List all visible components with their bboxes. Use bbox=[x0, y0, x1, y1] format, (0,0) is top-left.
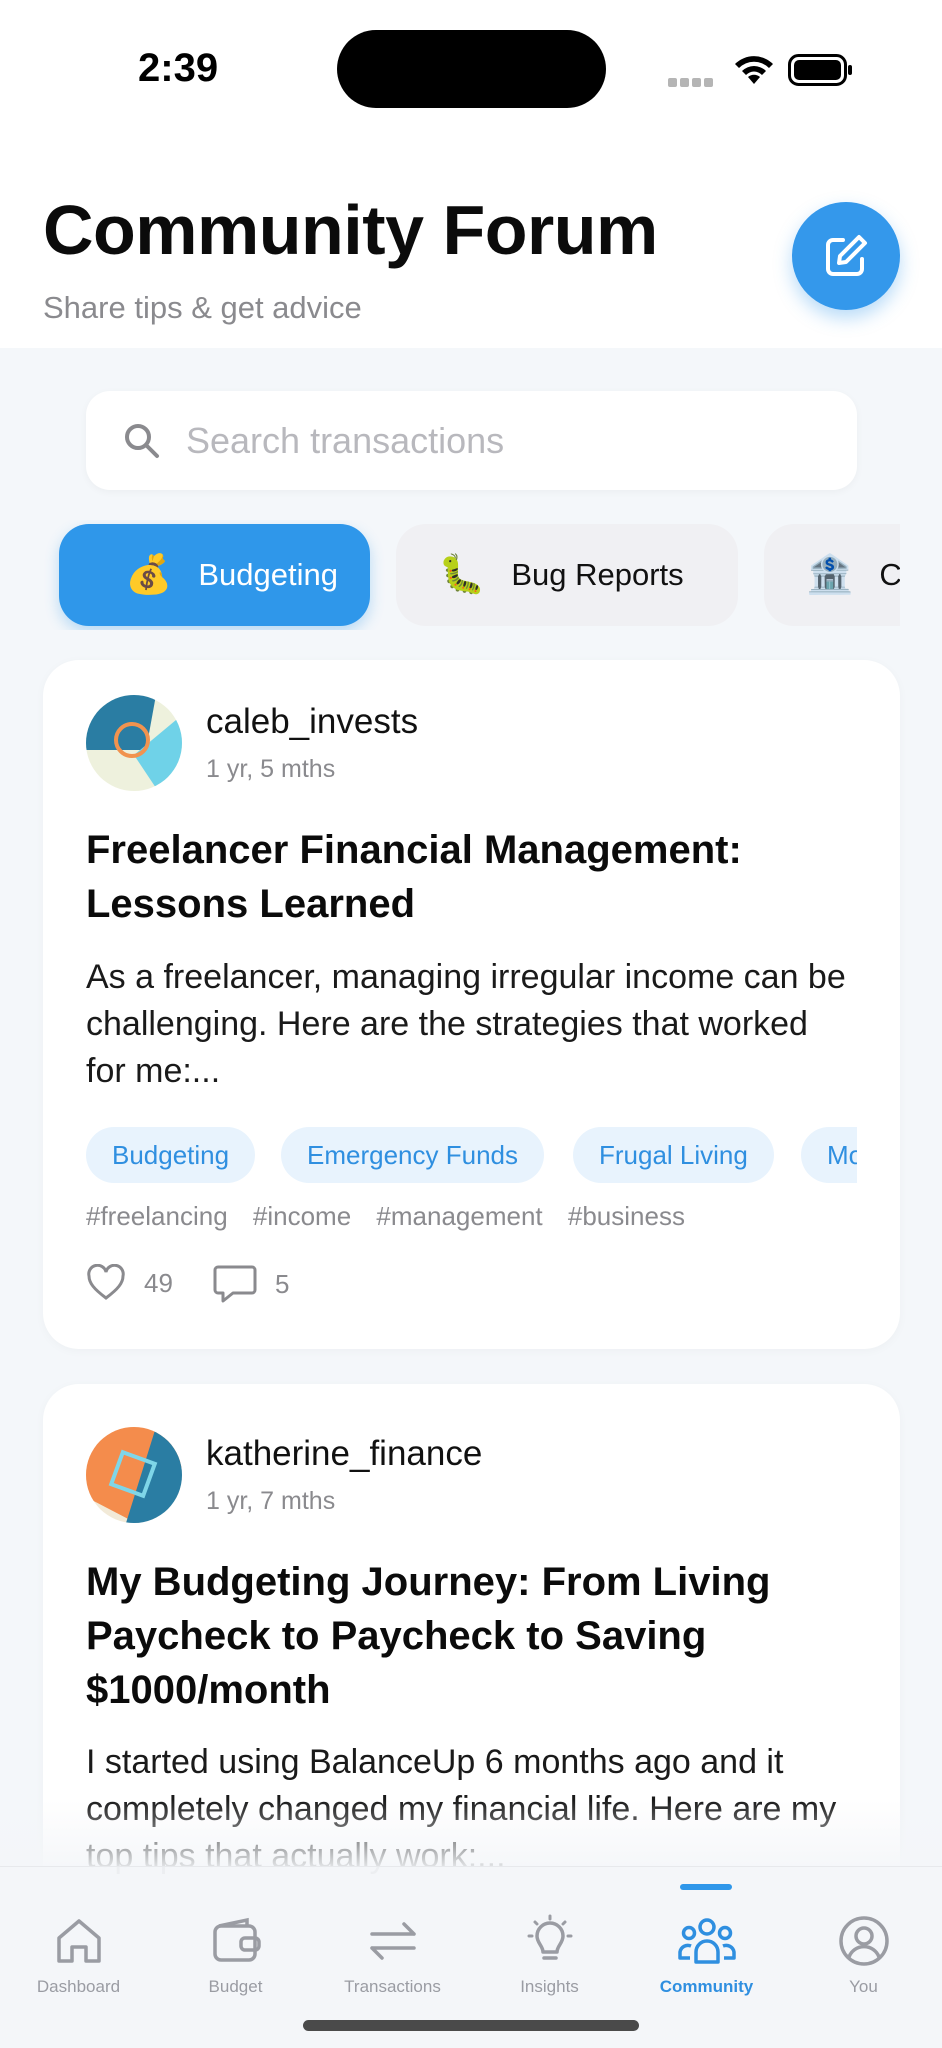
tab-insights[interactable]: Insights bbox=[471, 1913, 628, 1997]
people-icon bbox=[677, 1918, 736, 1964]
status-bar: 2:39 bbox=[0, 0, 942, 140]
tag-more[interactable]: Mo bbox=[801, 1127, 857, 1183]
status-icons bbox=[668, 52, 858, 88]
hashtag[interactable]: #business bbox=[568, 1201, 685, 1231]
page-subtitle: Share tips & get advice bbox=[43, 290, 362, 325]
wallet-icon bbox=[212, 1917, 261, 1962]
avatar bbox=[86, 695, 182, 791]
tab-label: Insights bbox=[520, 1977, 579, 1996]
money-bag-icon: 💰 bbox=[125, 554, 173, 596]
category-chip-bug-reports[interactable]: 🐛 Bug Reports bbox=[396, 524, 738, 626]
like-count: 49 bbox=[144, 1267, 173, 1298]
category-chip-c[interactable]: 🏦 C bbox=[764, 524, 900, 626]
transfer-arrows-icon bbox=[369, 1922, 416, 1960]
search-icon bbox=[125, 424, 159, 458]
category-chip-label: C bbox=[879, 557, 900, 592]
heart-icon bbox=[87, 1264, 125, 1300]
page-title: Community Forum bbox=[43, 191, 658, 269]
like-button[interactable]: 49 bbox=[86, 1264, 173, 1302]
tab-label: You bbox=[849, 1977, 878, 1996]
tab-label: Dashboard bbox=[36, 1977, 121, 1996]
search-bar bbox=[86, 391, 857, 490]
header: 2:39 Community Forum Share tips & get ad… bbox=[0, 0, 942, 348]
comment-count: 5 bbox=[275, 1268, 290, 1299]
tab-community[interactable]: Community bbox=[628, 1913, 785, 1997]
category-chips: 💰 Budgeting 🐛 Bug Reports 🏦 C bbox=[43, 520, 900, 630]
active-tab-indicator bbox=[680, 1884, 732, 1890]
category-chip-label: Budgeting bbox=[198, 557, 338, 592]
post-title[interactable]: Freelancer Financial Management: Lessons… bbox=[86, 823, 856, 931]
tab-dashboard[interactable]: Dashboard bbox=[0, 1913, 157, 1997]
comment-icon bbox=[213, 1265, 257, 1303]
battery-icon bbox=[788, 54, 852, 86]
hashtag[interactable]: #management bbox=[376, 1201, 542, 1231]
tab-transactions[interactable]: Transactions bbox=[314, 1913, 471, 1997]
post-author[interactable]: caleb_invests bbox=[206, 702, 418, 742]
status-time: 2:39 bbox=[138, 46, 219, 90]
hashtag[interactable]: #income bbox=[253, 1201, 351, 1231]
tab-label: Budget bbox=[208, 1977, 263, 1996]
comment-button[interactable]: 5 bbox=[213, 1264, 289, 1304]
hashtag[interactable]: #freelancing bbox=[86, 1201, 228, 1231]
lightbulb-icon bbox=[527, 1914, 572, 1960]
category-chip-budgeting[interactable]: 💰 Budgeting bbox=[59, 524, 370, 626]
compose-icon bbox=[826, 235, 867, 276]
category-chip-label: Bug Reports bbox=[511, 557, 684, 592]
cellular-signal-icon bbox=[668, 74, 716, 92]
search-input[interactable] bbox=[186, 411, 826, 471]
tag-emergency-funds[interactable]: Emergency Funds bbox=[281, 1127, 544, 1183]
post-age: 1 yr, 7 mths bbox=[206, 1487, 336, 1515]
dynamic-island bbox=[337, 30, 606, 108]
post-author[interactable]: katherine_finance bbox=[206, 1434, 482, 1474]
bug-icon: 🐛 bbox=[438, 554, 486, 596]
post-title[interactable]: My Budgeting Journey: From Living Payche… bbox=[86, 1555, 856, 1717]
tag-budgeting[interactable]: Budgeting bbox=[86, 1127, 256, 1183]
home-indicator[interactable] bbox=[303, 2020, 639, 2031]
scroll-fade bbox=[0, 1800, 942, 1866]
home-icon bbox=[56, 1919, 101, 1963]
tab-label: Community bbox=[659, 1977, 754, 1996]
avatar bbox=[86, 1427, 182, 1523]
bank-icon: 🏦 bbox=[806, 554, 854, 596]
wifi-icon bbox=[735, 56, 773, 84]
compose-post-button[interactable] bbox=[792, 202, 900, 310]
post-age: 1 yr, 5 mths bbox=[206, 755, 336, 783]
tab-you[interactable]: You bbox=[785, 1913, 942, 1997]
tab-budget[interactable]: Budget bbox=[157, 1913, 314, 1997]
tab-label: Transactions bbox=[344, 1977, 441, 1996]
user-circle-icon bbox=[838, 1916, 889, 1966]
tag-frugal-living[interactable]: Frugal Living bbox=[573, 1127, 774, 1183]
post-excerpt: As a freelancer, managing irregular inco… bbox=[86, 958, 846, 1090]
post-hashtags: #freelancing #income #management #busine… bbox=[86, 1201, 703, 1232]
post-tags: Budgeting Emergency Funds Frugal Living … bbox=[86, 1127, 857, 1183]
post-card[interactable]: caleb_invests 1 yr, 5 mths Freelancer Fi… bbox=[43, 660, 900, 1349]
